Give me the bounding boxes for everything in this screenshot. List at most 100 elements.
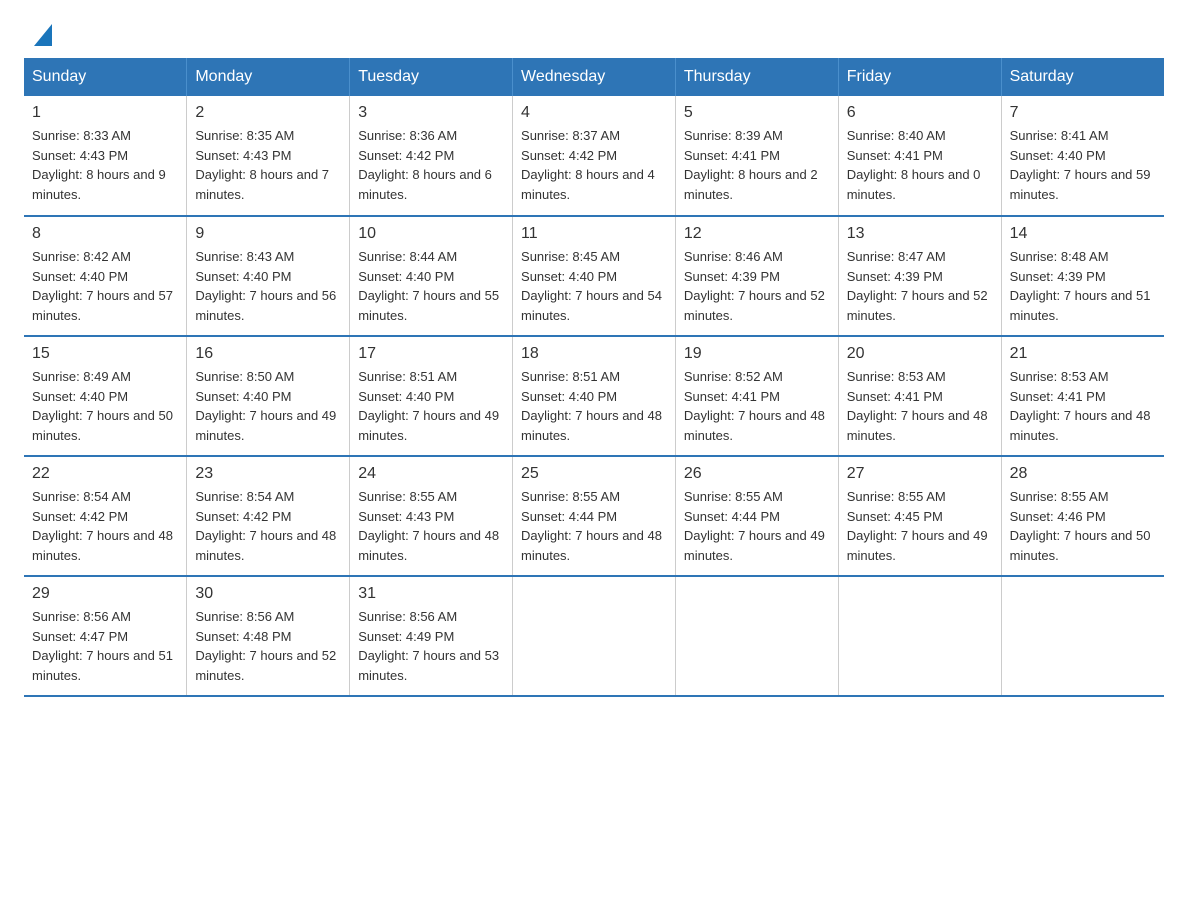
day-number: 22 xyxy=(32,465,178,483)
day-number: 16 xyxy=(195,345,341,363)
day-info: Sunrise: 8:56 AM Sunset: 4:49 PM Dayligh… xyxy=(358,607,504,685)
day-number: 11 xyxy=(521,225,667,243)
calendar-week-row: 8 Sunrise: 8:42 AM Sunset: 4:40 PM Dayli… xyxy=(24,216,1164,336)
day-number: 27 xyxy=(847,465,993,483)
calendar-day-cell: 25 Sunrise: 8:55 AM Sunset: 4:44 PM Dayl… xyxy=(513,456,676,576)
day-number: 1 xyxy=(32,104,178,122)
calendar-table: Sunday Monday Tuesday Wednesday Thursday… xyxy=(24,58,1164,697)
calendar-day-cell xyxy=(675,576,838,696)
calendar-week-row: 29 Sunrise: 8:56 AM Sunset: 4:47 PM Dayl… xyxy=(24,576,1164,696)
calendar-day-cell: 26 Sunrise: 8:55 AM Sunset: 4:44 PM Dayl… xyxy=(675,456,838,576)
day-number: 31 xyxy=(358,585,504,603)
day-info: Sunrise: 8:39 AM Sunset: 4:41 PM Dayligh… xyxy=(684,126,830,204)
header-thursday: Thursday xyxy=(675,58,838,96)
day-info: Sunrise: 8:55 AM Sunset: 4:44 PM Dayligh… xyxy=(684,487,830,565)
header-saturday: Saturday xyxy=(1001,58,1164,96)
day-number: 7 xyxy=(1010,104,1156,122)
day-info: Sunrise: 8:47 AM Sunset: 4:39 PM Dayligh… xyxy=(847,247,993,325)
calendar-day-cell: 23 Sunrise: 8:54 AM Sunset: 4:42 PM Dayl… xyxy=(187,456,350,576)
calendar-day-cell: 28 Sunrise: 8:55 AM Sunset: 4:46 PM Dayl… xyxy=(1001,456,1164,576)
day-info: Sunrise: 8:43 AM Sunset: 4:40 PM Dayligh… xyxy=(195,247,341,325)
page-header xyxy=(0,0,1188,58)
day-number: 24 xyxy=(358,465,504,483)
day-info: Sunrise: 8:53 AM Sunset: 4:41 PM Dayligh… xyxy=(1010,367,1156,445)
calendar-day-cell: 14 Sunrise: 8:48 AM Sunset: 4:39 PM Dayl… xyxy=(1001,216,1164,336)
day-number: 13 xyxy=(847,225,993,243)
day-info: Sunrise: 8:55 AM Sunset: 4:46 PM Dayligh… xyxy=(1010,487,1156,565)
calendar-day-cell: 21 Sunrise: 8:53 AM Sunset: 4:41 PM Dayl… xyxy=(1001,336,1164,456)
calendar-day-cell: 5 Sunrise: 8:39 AM Sunset: 4:41 PM Dayli… xyxy=(675,96,838,216)
day-number: 5 xyxy=(684,104,830,122)
calendar-day-cell: 3 Sunrise: 8:36 AM Sunset: 4:42 PM Dayli… xyxy=(350,96,513,216)
header-tuesday: Tuesday xyxy=(350,58,513,96)
day-number: 25 xyxy=(521,465,667,483)
calendar-day-cell: 18 Sunrise: 8:51 AM Sunset: 4:40 PM Dayl… xyxy=(513,336,676,456)
calendar-day-cell: 20 Sunrise: 8:53 AM Sunset: 4:41 PM Dayl… xyxy=(838,336,1001,456)
calendar-day-cell: 22 Sunrise: 8:54 AM Sunset: 4:42 PM Dayl… xyxy=(24,456,187,576)
day-info: Sunrise: 8:42 AM Sunset: 4:40 PM Dayligh… xyxy=(32,247,178,325)
day-info: Sunrise: 8:44 AM Sunset: 4:40 PM Dayligh… xyxy=(358,247,504,325)
calendar-day-cell: 27 Sunrise: 8:55 AM Sunset: 4:45 PM Dayl… xyxy=(838,456,1001,576)
calendar-day-cell: 24 Sunrise: 8:55 AM Sunset: 4:43 PM Dayl… xyxy=(350,456,513,576)
calendar-day-cell: 7 Sunrise: 8:41 AM Sunset: 4:40 PM Dayli… xyxy=(1001,96,1164,216)
logo-triangle-icon xyxy=(34,24,52,46)
calendar-day-cell: 31 Sunrise: 8:56 AM Sunset: 4:49 PM Dayl… xyxy=(350,576,513,696)
calendar-day-cell xyxy=(838,576,1001,696)
calendar-day-cell: 11 Sunrise: 8:45 AM Sunset: 4:40 PM Dayl… xyxy=(513,216,676,336)
day-number: 20 xyxy=(847,345,993,363)
day-info: Sunrise: 8:53 AM Sunset: 4:41 PM Dayligh… xyxy=(847,367,993,445)
day-info: Sunrise: 8:41 AM Sunset: 4:40 PM Dayligh… xyxy=(1010,126,1156,204)
calendar-day-cell: 29 Sunrise: 8:56 AM Sunset: 4:47 PM Dayl… xyxy=(24,576,187,696)
day-info: Sunrise: 8:54 AM Sunset: 4:42 PM Dayligh… xyxy=(32,487,178,565)
calendar-day-cell: 16 Sunrise: 8:50 AM Sunset: 4:40 PM Dayl… xyxy=(187,336,350,456)
day-info: Sunrise: 8:33 AM Sunset: 4:43 PM Dayligh… xyxy=(32,126,178,204)
logo xyxy=(32,24,54,46)
calendar-day-cell: 13 Sunrise: 8:47 AM Sunset: 4:39 PM Dayl… xyxy=(838,216,1001,336)
day-number: 18 xyxy=(521,345,667,363)
day-info: Sunrise: 8:37 AM Sunset: 4:42 PM Dayligh… xyxy=(521,126,667,204)
calendar-week-row: 22 Sunrise: 8:54 AM Sunset: 4:42 PM Dayl… xyxy=(24,456,1164,576)
day-number: 28 xyxy=(1010,465,1156,483)
day-info: Sunrise: 8:55 AM Sunset: 4:44 PM Dayligh… xyxy=(521,487,667,565)
day-info: Sunrise: 8:55 AM Sunset: 4:45 PM Dayligh… xyxy=(847,487,993,565)
header-wednesday: Wednesday xyxy=(513,58,676,96)
day-number: 30 xyxy=(195,585,341,603)
calendar-day-cell: 30 Sunrise: 8:56 AM Sunset: 4:48 PM Dayl… xyxy=(187,576,350,696)
day-info: Sunrise: 8:45 AM Sunset: 4:40 PM Dayligh… xyxy=(521,247,667,325)
day-info: Sunrise: 8:35 AM Sunset: 4:43 PM Dayligh… xyxy=(195,126,341,204)
day-number: 17 xyxy=(358,345,504,363)
day-info: Sunrise: 8:51 AM Sunset: 4:40 PM Dayligh… xyxy=(521,367,667,445)
calendar-day-cell: 9 Sunrise: 8:43 AM Sunset: 4:40 PM Dayli… xyxy=(187,216,350,336)
calendar-week-row: 15 Sunrise: 8:49 AM Sunset: 4:40 PM Dayl… xyxy=(24,336,1164,456)
day-number: 14 xyxy=(1010,225,1156,243)
day-number: 23 xyxy=(195,465,341,483)
day-number: 26 xyxy=(684,465,830,483)
day-number: 9 xyxy=(195,225,341,243)
header-sunday: Sunday xyxy=(24,58,187,96)
day-number: 15 xyxy=(32,345,178,363)
calendar-day-cell xyxy=(513,576,676,696)
day-number: 19 xyxy=(684,345,830,363)
day-number: 6 xyxy=(847,104,993,122)
calendar-day-cell: 4 Sunrise: 8:37 AM Sunset: 4:42 PM Dayli… xyxy=(513,96,676,216)
calendar-day-cell: 1 Sunrise: 8:33 AM Sunset: 4:43 PM Dayli… xyxy=(24,96,187,216)
calendar-day-cell: 10 Sunrise: 8:44 AM Sunset: 4:40 PM Dayl… xyxy=(350,216,513,336)
calendar-day-cell: 17 Sunrise: 8:51 AM Sunset: 4:40 PM Dayl… xyxy=(350,336,513,456)
day-number: 12 xyxy=(684,225,830,243)
calendar-day-cell: 2 Sunrise: 8:35 AM Sunset: 4:43 PM Dayli… xyxy=(187,96,350,216)
day-number: 10 xyxy=(358,225,504,243)
day-info: Sunrise: 8:36 AM Sunset: 4:42 PM Dayligh… xyxy=(358,126,504,204)
day-number: 8 xyxy=(32,225,178,243)
header-friday: Friday xyxy=(838,58,1001,96)
day-number: 3 xyxy=(358,104,504,122)
header-monday: Monday xyxy=(187,58,350,96)
day-info: Sunrise: 8:52 AM Sunset: 4:41 PM Dayligh… xyxy=(684,367,830,445)
day-info: Sunrise: 8:56 AM Sunset: 4:48 PM Dayligh… xyxy=(195,607,341,685)
day-info: Sunrise: 8:55 AM Sunset: 4:43 PM Dayligh… xyxy=(358,487,504,565)
day-number: 21 xyxy=(1010,345,1156,363)
day-info: Sunrise: 8:40 AM Sunset: 4:41 PM Dayligh… xyxy=(847,126,993,204)
weekday-header-row: Sunday Monday Tuesday Wednesday Thursday… xyxy=(24,58,1164,96)
calendar-week-row: 1 Sunrise: 8:33 AM Sunset: 4:43 PM Dayli… xyxy=(24,96,1164,216)
day-info: Sunrise: 8:51 AM Sunset: 4:40 PM Dayligh… xyxy=(358,367,504,445)
day-number: 29 xyxy=(32,585,178,603)
